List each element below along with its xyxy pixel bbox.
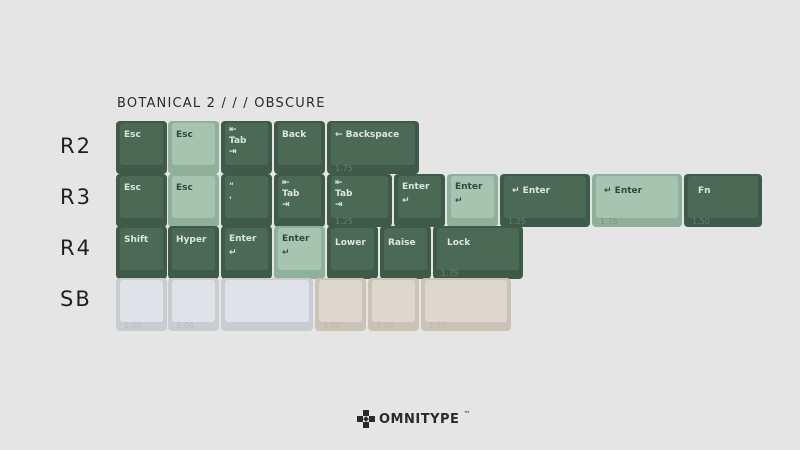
set-title: BOTANICAL 2 / / / OBSCURE	[117, 96, 326, 111]
keycap-r2-esc-light: Esc	[168, 121, 219, 174]
keycap-r3-esc-dark: Esc	[116, 174, 167, 227]
keycap-r4-lower: Lower	[327, 226, 378, 279]
keycap-r2-tab: ⇤ Tab ⇥	[221, 121, 272, 174]
keycap-r3-quote: " '	[221, 174, 272, 227]
keycap-r4-raise: Raise	[380, 226, 431, 279]
row-label-r4: R4	[60, 236, 92, 260]
keycap-r3-enter-175: ↵ Enter 1.75	[592, 174, 682, 227]
keycap-sb-beige-2: 1.00	[368, 278, 419, 331]
keycap-r3-fn: Fn 1.50	[684, 174, 762, 227]
row-label-r2: R2	[60, 134, 92, 158]
keycap-r3-enter-dark: Enter ↵	[394, 174, 445, 227]
keycap-r4-lock: Lock 1.75	[433, 226, 523, 279]
omnitype-logo: OMNITYPE ™	[357, 410, 471, 428]
omnitype-mark-icon	[357, 410, 375, 428]
keycap-r3-tab: ⇤ Tab ⇥	[274, 174, 325, 227]
keycap-r4-hyper: Hyper	[168, 226, 219, 279]
keycap-r2-backspace: ← Backspace 1.75	[327, 121, 419, 174]
keycap-sb-white-2: 1.00	[168, 278, 219, 331]
logo-text: OMNITYPE	[379, 411, 460, 427]
keycap-sb-beige-wide: 1.75	[421, 278, 511, 331]
logo-trademark: ™	[463, 410, 471, 418]
row-label-r3: R3	[60, 185, 92, 209]
keycap-r4-enter-dark: Enter ↵	[221, 226, 272, 279]
keycap-sb-white-1: 1.00	[116, 278, 167, 331]
keycap-r3-enter-light: Enter ↵	[447, 174, 498, 227]
keycap-sb-beige-1: 1.00	[315, 278, 366, 331]
keycap-r3-tab-125: ⇤ Tab ⇥ 1.25	[327, 174, 392, 227]
keycap-r3-enter-125: ↵ Enter 1.25	[500, 174, 590, 227]
keycap-r3-esc-light: Esc	[168, 174, 219, 227]
row-label-sb: SB	[60, 287, 92, 311]
keycap-r2-back: Back	[274, 121, 325, 174]
keycap-r2-esc-dark: Esc	[116, 121, 167, 174]
keycap-r4-shift: Shift	[116, 226, 167, 279]
keycap-sb-white-wide	[221, 278, 313, 331]
keycap-r4-enter-light: Enter ↵	[274, 226, 325, 279]
